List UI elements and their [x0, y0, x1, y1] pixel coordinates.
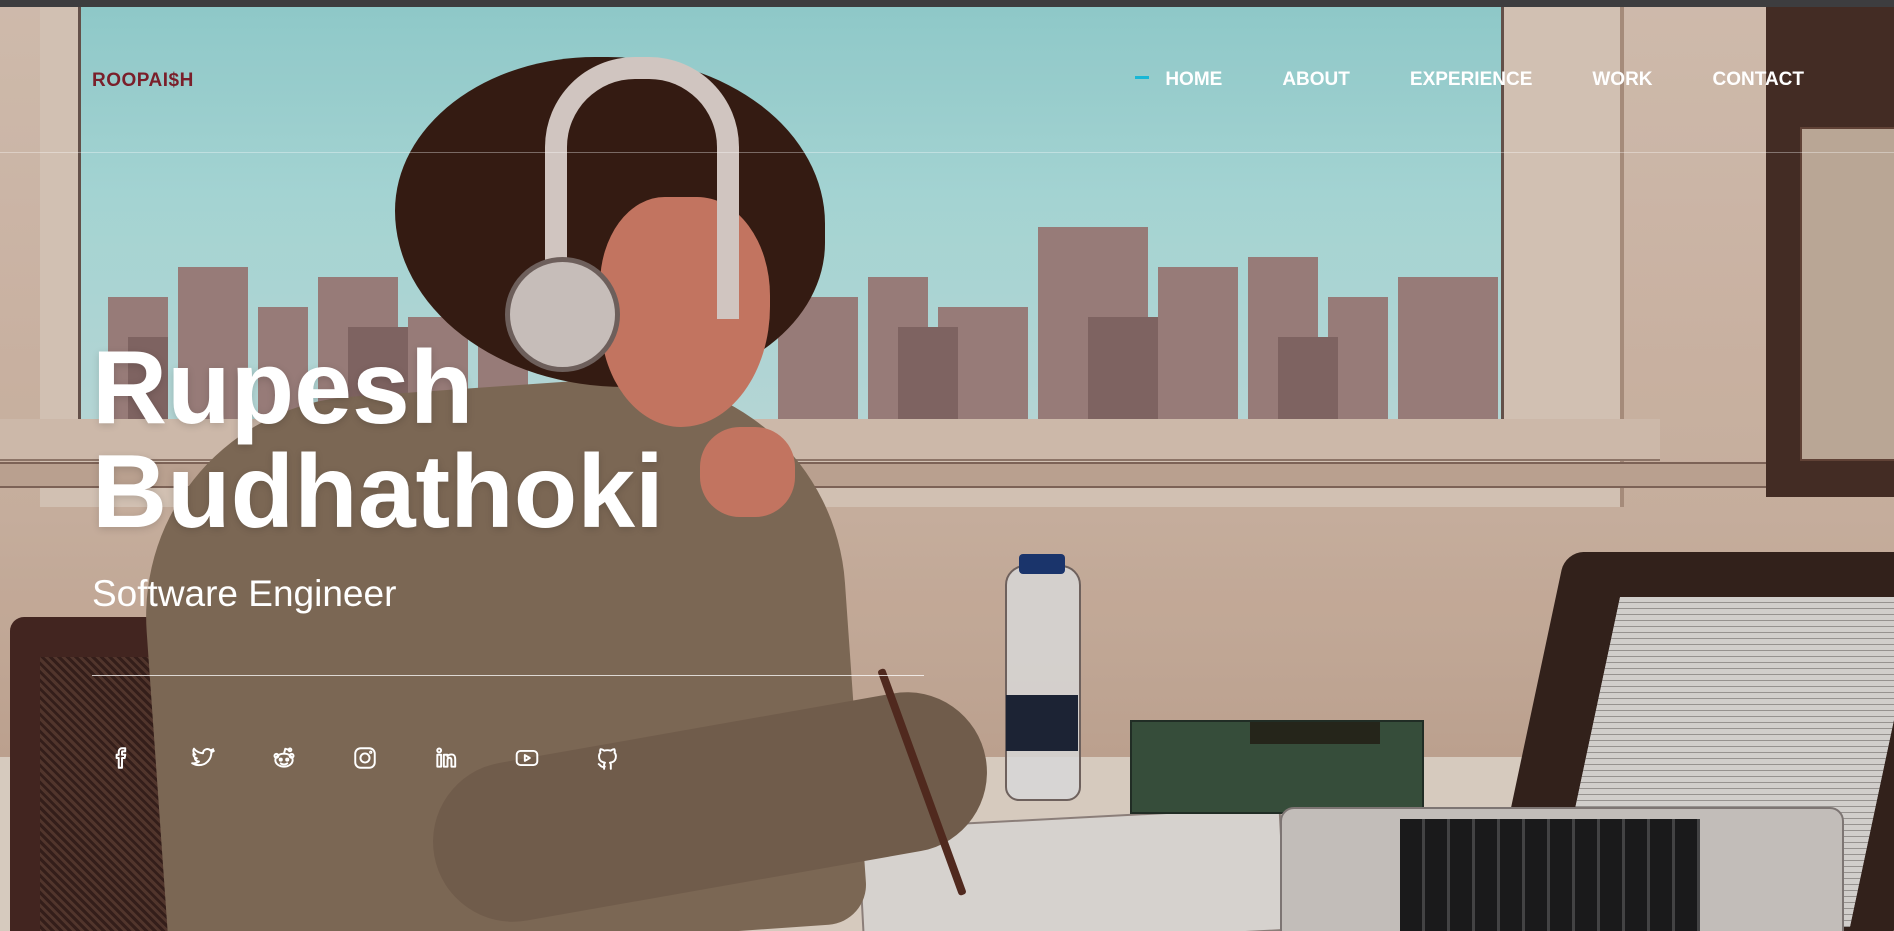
youtube-icon[interactable] — [513, 744, 541, 772]
nav-contact[interactable]: CONTACT — [1713, 69, 1804, 91]
reddit-icon[interactable] — [270, 744, 298, 772]
site-logo[interactable]: ROOPAI$H — [92, 70, 194, 92]
hero-role: Software Engineer — [92, 573, 397, 614]
social-links — [108, 744, 622, 772]
hero-last-name: Budhathoki — [92, 434, 664, 550]
nav-experience[interactable]: EXPERIENCE — [1410, 69, 1532, 91]
nav-about[interactable]: ABOUT — [1282, 69, 1350, 91]
top-bar — [0, 0, 1894, 7]
linkedin-icon[interactable] — [432, 744, 460, 772]
instagram-icon[interactable] — [351, 744, 379, 772]
twitter-icon[interactable] — [189, 744, 217, 772]
site-header: ROOPAI$H HOME ABOUT EXPERIENCE WORK CONT… — [0, 7, 1894, 153]
hero-name: Rupesh Budhathoki — [92, 336, 664, 544]
github-icon[interactable] — [594, 744, 622, 772]
hero-divider — [92, 675, 924, 676]
hero-first-name: Rupesh — [92, 330, 474, 446]
hero-heading: Rupesh Budhathoki — [92, 336, 664, 544]
nav-work[interactable]: WORK — [1592, 69, 1652, 91]
nav-home[interactable]: HOME — [1135, 69, 1222, 91]
main-nav: HOME ABOUT EXPERIENCE WORK CONTACT — [1135, 69, 1804, 91]
facebook-icon[interactable] — [108, 744, 136, 772]
